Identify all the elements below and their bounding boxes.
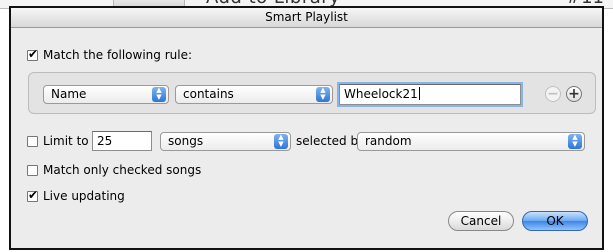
rule-operator-value: contains	[183, 87, 234, 101]
dialog-title: Smart Playlist	[11, 8, 602, 28]
rule-value-input[interactable]: Wheelock21	[339, 84, 521, 105]
rule-value-text: Wheelock21	[344, 87, 418, 101]
text-caret	[418, 87, 420, 100]
match-checked-checkbox[interactable]	[27, 164, 38, 176]
popup-arrows-icon: ▲ ▼	[274, 134, 288, 149]
selected-by-popup[interactable]: random ▲ ▼	[357, 132, 585, 151]
rule-operator-popup[interactable]: contains ▲ ▼	[175, 85, 333, 104]
limit-count-text: 25	[97, 134, 113, 148]
limit-count-input[interactable]: 25	[92, 131, 152, 151]
remove-rule-button[interactable]: −	[545, 86, 561, 102]
rule-field-popup[interactable]: Name ▲ ▼	[43, 85, 169, 104]
plus-icon: +	[568, 86, 580, 102]
rule-box: Name ▲ ▼ contains ▲ ▼ Wheelock21 − +	[28, 72, 596, 114]
live-updating-row[interactable]: Live updating	[27, 188, 125, 203]
limit-label: Limit to	[43, 134, 89, 148]
popup-arrows-icon: ▲ ▼	[568, 134, 582, 149]
selected-by-label: selected by	[296, 134, 366, 148]
rule-field-value: Name	[51, 87, 87, 101]
match-rule-label: Match the following rule:	[43, 48, 192, 62]
minus-icon: −	[547, 86, 559, 102]
match-checked-label: Match only checked songs	[43, 163, 202, 177]
limit-unit-value: songs	[168, 134, 204, 148]
popup-arrows-icon: ▲ ▼	[152, 87, 166, 102]
limit-row[interactable]: Limit to	[27, 134, 89, 148]
selected-by-value: random	[365, 134, 412, 148]
match-checked-row[interactable]: Match only checked songs	[27, 163, 201, 177]
ok-button[interactable]: OK	[522, 211, 588, 231]
cancel-button[interactable]: Cancel	[448, 211, 514, 231]
match-rule-row[interactable]: Match the following rule:	[27, 47, 192, 62]
limit-unit-popup[interactable]: songs ▲ ▼	[160, 132, 291, 151]
live-updating-label: Live updating	[43, 189, 125, 203]
limit-checkbox[interactable]	[27, 135, 38, 147]
smart-playlist-dialog: Smart Playlist Match the following rule:…	[9, 6, 604, 250]
live-updating-checkbox[interactable]	[27, 188, 38, 202]
add-rule-button[interactable]: +	[566, 86, 582, 102]
match-rule-checkbox[interactable]	[27, 47, 38, 61]
popup-arrows-icon: ▲ ▼	[316, 87, 330, 102]
